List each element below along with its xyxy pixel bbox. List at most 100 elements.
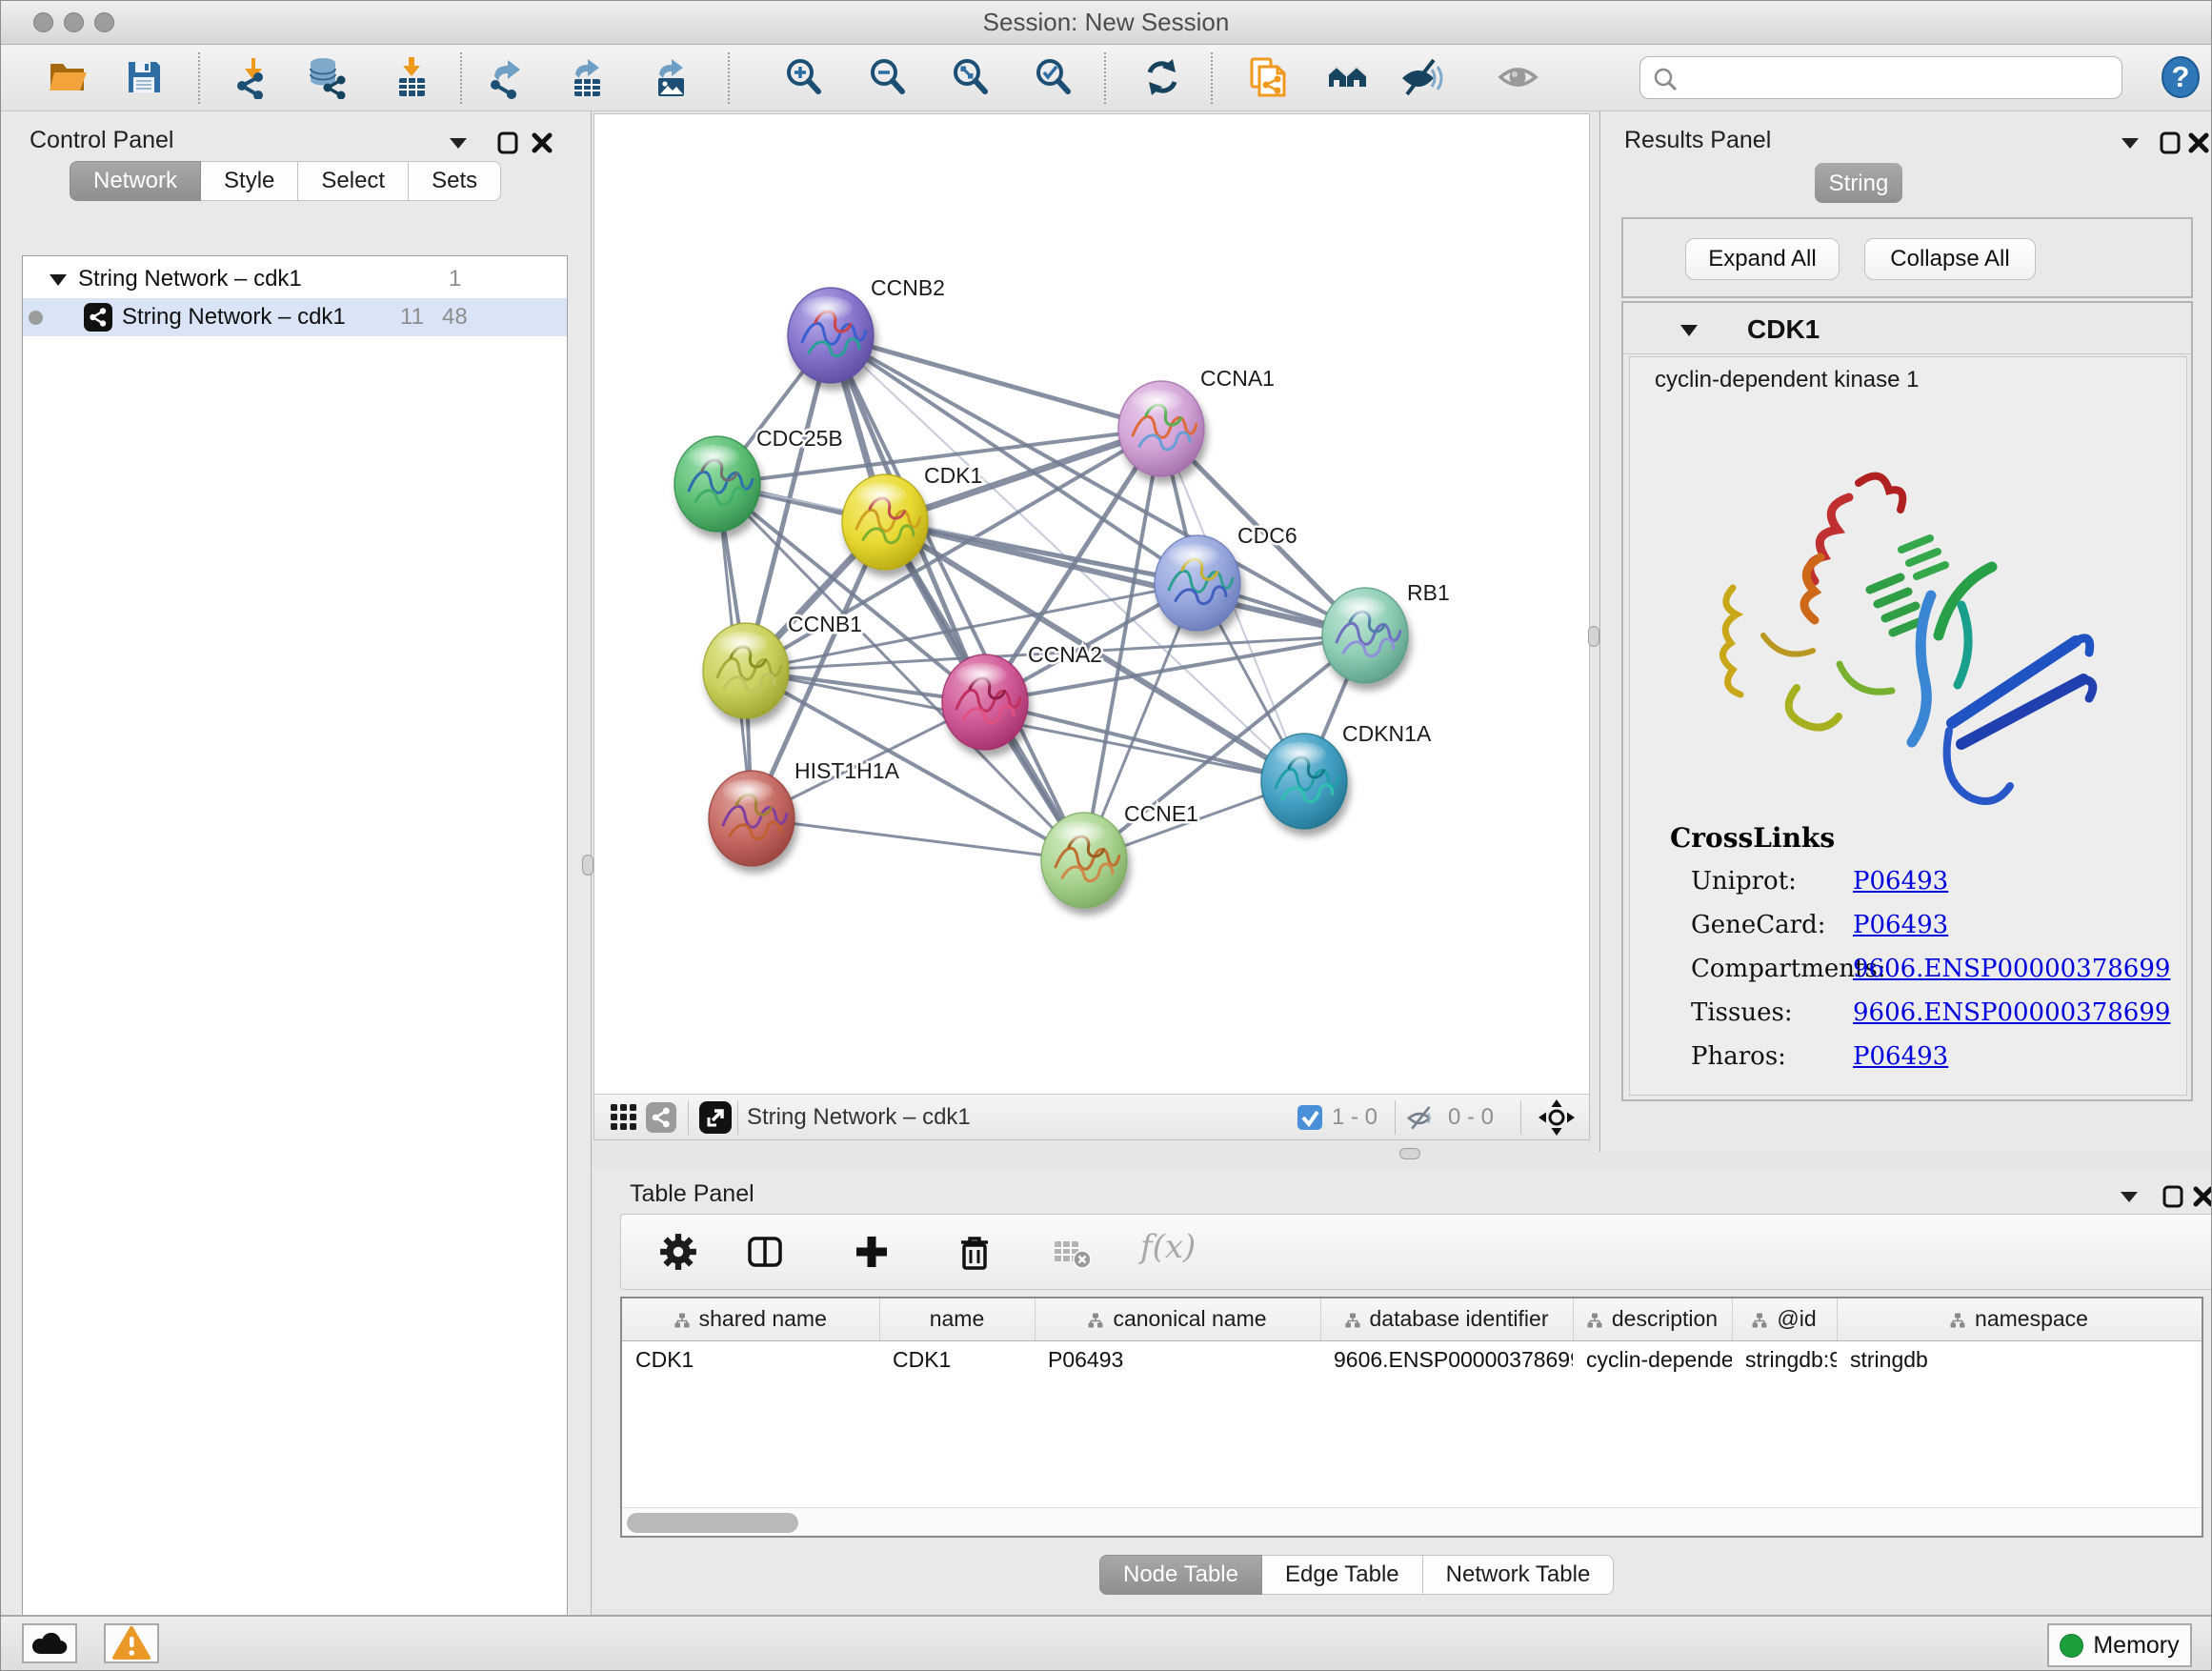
tab-network-table[interactable]: Network Table bbox=[1423, 1555, 1615, 1595]
save-session-button[interactable] bbox=[122, 55, 166, 99]
network-node-ccnb1[interactable] bbox=[703, 623, 789, 718]
show-columns-button[interactable] bbox=[745, 1232, 785, 1272]
network-node-ccnb2[interactable] bbox=[788, 288, 874, 383]
table-horizontal-scrollbar[interactable] bbox=[622, 1507, 2202, 1536]
control-panel-menu-button[interactable] bbox=[447, 134, 470, 154]
network-node-cdkn1a[interactable] bbox=[1261, 734, 1347, 829]
results-panel-close-button[interactable] bbox=[2187, 131, 2210, 158]
crosslink-value-link[interactable]: P06493 bbox=[1853, 867, 1948, 896]
tree-expand-triangle-icon[interactable] bbox=[48, 272, 69, 289]
detach-view-button[interactable] bbox=[699, 1101, 732, 1137]
first-neighbors-button[interactable] bbox=[1325, 55, 1369, 99]
show-all-button[interactable] bbox=[1497, 55, 1540, 99]
table-cell[interactable]: CDK1 bbox=[879, 1340, 1035, 1379]
left-splitter-handle[interactable] bbox=[582, 855, 593, 876]
table-cell[interactable]: cyclin-dependent ... bbox=[1573, 1340, 1732, 1379]
export-table-button[interactable] bbox=[568, 55, 612, 99]
tab-node-table[interactable]: Node Table bbox=[1099, 1555, 1262, 1595]
table-cell[interactable]: 9606.ENSP00000378699 bbox=[1320, 1340, 1573, 1379]
show-grid-button[interactable] bbox=[610, 1103, 638, 1135]
collapse-all-button[interactable]: Collapse All bbox=[1864, 238, 2036, 280]
table-panel-menu-button[interactable] bbox=[2118, 1188, 2141, 1208]
network-node-cdc25b[interactable] bbox=[674, 436, 760, 532]
help-button[interactable]: ? bbox=[2159, 55, 2202, 99]
network-node-cdk1[interactable] bbox=[842, 474, 928, 570]
tab-select[interactable]: Select bbox=[298, 161, 409, 201]
table-row[interactable]: CDK1CDK1P064939606.ENSP00000378699cyclin… bbox=[622, 1340, 2202, 1379]
column-header-canonical-name[interactable]: canonical name bbox=[1035, 1299, 1320, 1340]
zoom-fit-button[interactable] bbox=[949, 55, 993, 99]
tab-network[interactable]: Network bbox=[70, 161, 201, 201]
column-header-description[interactable]: description bbox=[1573, 1299, 1732, 1340]
network-badge-button[interactable] bbox=[646, 1102, 676, 1136]
tab-style[interactable]: Style bbox=[201, 161, 298, 201]
function-builder-button[interactable]: f(x) bbox=[1140, 1228, 1196, 1266]
right-splitter-handle[interactable] bbox=[1588, 626, 1599, 647]
collapse-triangle-icon[interactable] bbox=[1679, 322, 1699, 339]
crosslink-label: Tissues: bbox=[1691, 998, 1793, 1027]
table-cell[interactable]: stringdb bbox=[1837, 1340, 2202, 1379]
import-network-from-database-button[interactable] bbox=[305, 55, 349, 99]
tab-sets[interactable]: Sets bbox=[409, 161, 501, 201]
network-graph[interactable]: CCNB2CCNA1CDC25BCDK1CDC6RB1CCNB1CCNA2CDK… bbox=[594, 114, 1591, 1096]
scrollbar-thumb[interactable] bbox=[627, 1513, 798, 1533]
application-window: Session: New Session bbox=[0, 0, 2212, 1671]
table-panel-close-button[interactable] bbox=[2192, 1184, 2212, 1212]
table-cell[interactable]: stringdb:9... bbox=[1732, 1340, 1837, 1379]
network-node-ccna2[interactable] bbox=[942, 654, 1028, 750]
column-header-name[interactable]: name bbox=[879, 1299, 1035, 1340]
hidden-eye-icon[interactable] bbox=[1406, 1103, 1437, 1137]
crosslink-value-link[interactable]: 9606.ENSP00000378699 bbox=[1853, 998, 2170, 1027]
network-node-cdc6[interactable] bbox=[1155, 535, 1240, 631]
warnings-button[interactable] bbox=[104, 1623, 159, 1663]
export-image-button[interactable] bbox=[652, 55, 695, 99]
bottom-splitter-handle[interactable] bbox=[1399, 1148, 1420, 1159]
network-collection-row[interactable]: String Network – cdk1 1 bbox=[23, 260, 567, 298]
column-header-shared-name[interactable]: shared name bbox=[622, 1299, 879, 1340]
table-options-button[interactable] bbox=[658, 1232, 698, 1272]
zoom-in-button[interactable] bbox=[782, 55, 826, 99]
birdseye-navigator-button[interactable] bbox=[1538, 1098, 1576, 1139]
column-header--id[interactable]: @id bbox=[1732, 1299, 1837, 1340]
network-view-canvas[interactable]: CCNB2CCNA1CDC25BCDK1CDC6RB1CCNB1CCNA2CDK… bbox=[593, 113, 1590, 1140]
node-table[interactable]: shared namenamecanonical namedatabase id… bbox=[620, 1297, 2203, 1538]
control-panel-close-button[interactable] bbox=[531, 131, 553, 158]
zoom-out-button[interactable] bbox=[866, 55, 910, 99]
create-column-button[interactable] bbox=[852, 1232, 892, 1272]
table-cell[interactable]: P06493 bbox=[1035, 1340, 1320, 1379]
import-table-button[interactable] bbox=[392, 55, 435, 99]
delete-table-button[interactable] bbox=[1052, 1232, 1092, 1272]
hide-selected-button[interactable] bbox=[1399, 55, 1443, 99]
table-cell[interactable]: CDK1 bbox=[622, 1340, 879, 1379]
cloud-status-button[interactable] bbox=[22, 1623, 77, 1663]
entry-header-row[interactable]: CDK1 bbox=[1623, 303, 2191, 354]
table-panel-float-button[interactable] bbox=[2162, 1184, 2184, 1212]
clone-network-button[interactable] bbox=[1246, 55, 1290, 99]
column-header-namespace[interactable]: namespace bbox=[1837, 1299, 2202, 1340]
zoom-selected-button[interactable] bbox=[1032, 55, 1076, 99]
tab-edge-table[interactable]: Edge Table bbox=[1262, 1555, 1423, 1595]
network-edge[interactable] bbox=[752, 818, 1084, 860]
import-network-button[interactable] bbox=[231, 55, 275, 99]
network-node-ccna1[interactable] bbox=[1118, 381, 1204, 476]
export-network-button[interactable] bbox=[485, 55, 529, 99]
crosslink-value-link[interactable]: P06493 bbox=[1853, 911, 1948, 939]
memory-button[interactable]: Memory bbox=[2047, 1623, 2192, 1667]
selected-checkbox-icon[interactable] bbox=[1297, 1105, 1322, 1135]
delete-column-button[interactable] bbox=[955, 1232, 995, 1272]
crosslink-value-link[interactable]: 9606.ENSP00000378699 bbox=[1853, 955, 2170, 983]
tab-string[interactable]: String bbox=[1815, 163, 1902, 203]
network-node-ccne1[interactable] bbox=[1041, 813, 1127, 908]
apply-style-refresh-button[interactable] bbox=[1140, 55, 1184, 99]
control-panel-float-button[interactable] bbox=[496, 131, 519, 158]
results-panel-menu-button[interactable] bbox=[2119, 134, 2142, 154]
column-header-database-identifier[interactable]: database identifier bbox=[1320, 1299, 1573, 1340]
results-panel-float-button[interactable] bbox=[2159, 131, 2182, 158]
crosslink-value-link[interactable]: P06493 bbox=[1853, 1042, 1948, 1071]
network-node-rb1[interactable] bbox=[1322, 588, 1408, 683]
open-session-button[interactable] bbox=[46, 55, 90, 99]
network-row[interactable]: String Network – cdk1 11 48 bbox=[23, 298, 567, 336]
expand-all-button[interactable]: Expand All bbox=[1685, 238, 1840, 280]
network-node-hist1h1a[interactable] bbox=[709, 771, 794, 866]
search-input[interactable] bbox=[1688, 62, 2107, 93]
